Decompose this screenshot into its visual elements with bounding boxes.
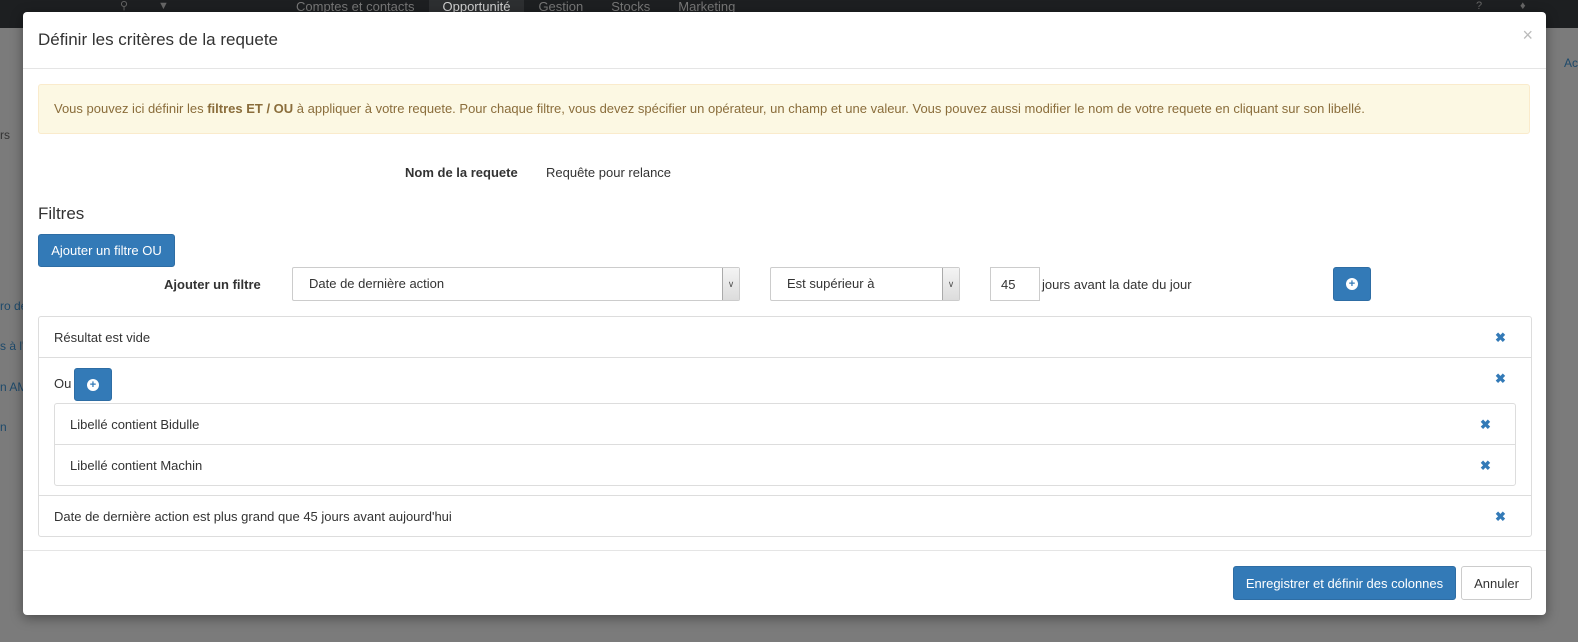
- field-select-value: Date de dernière action: [309, 276, 445, 291]
- plus-circle-icon: +: [87, 378, 99, 391]
- add-or-filter-button[interactable]: Ajouter un filtre OU: [38, 234, 175, 267]
- alert-text-bold: filtres ET / OU: [207, 101, 294, 116]
- chevron-down-icon: ∨: [942, 268, 959, 300]
- or-filter-group: Ou + ✖ Libellé contient Bidulle ✖ Libell…: [39, 358, 1531, 496]
- remove-icon[interactable]: ✖: [1495, 371, 1506, 387]
- info-alert: Vous pouvez ici définir les filtres ET /…: [38, 84, 1530, 134]
- bg-fragment-right: Ac: [1563, 56, 1578, 70]
- chevron-down-icon: ∨: [722, 268, 739, 300]
- filter-text: Libellé contient Machin: [70, 458, 203, 473]
- add-or-item-button[interactable]: +: [74, 368, 112, 401]
- filter-value-input[interactable]: [990, 267, 1040, 301]
- remove-icon[interactable]: ✖: [1480, 417, 1491, 433]
- filter-value-suffix: jours avant la date du jour: [1042, 277, 1192, 292]
- alert-text-after: à appliquer à votre requete. Pour chaque…: [293, 101, 1365, 116]
- cancel-button[interactable]: Annuler: [1461, 566, 1532, 600]
- add-filter-label: Ajouter un filtre: [164, 277, 261, 292]
- filter-row: Date de dernière action est plus grand q…: [39, 496, 1531, 536]
- add-filter-button[interactable]: +: [1333, 267, 1371, 301]
- filter-text: Libellé contient Bidulle: [70, 417, 200, 432]
- operator-select-value: Est supérieur à: [787, 276, 875, 291]
- modal-footer: Enregistrer et définir des colonnes Annu…: [23, 550, 1546, 616]
- filter-row: Résultat est vide ✖: [39, 317, 1531, 358]
- filter-text: Résultat est vide: [54, 330, 151, 345]
- remove-icon[interactable]: ✖: [1495, 509, 1506, 525]
- query-criteria-modal: Définir les critères de la requete × Vou…: [23, 12, 1546, 615]
- filter-text: Date de dernière action est plus grand q…: [54, 509, 452, 524]
- or-sub-row: Libellé contient Machin ✖: [55, 445, 1515, 485]
- modal-header: Définir les critères de la requete ×: [23, 12, 1546, 69]
- save-and-define-columns-button[interactable]: Enregistrer et définir des colonnes: [1233, 566, 1456, 600]
- operator-select[interactable]: Est supérieur à ∨: [770, 267, 960, 301]
- remove-icon[interactable]: ✖: [1495, 330, 1506, 346]
- modal-title: Définir les critères de la requete: [38, 30, 279, 49]
- alert-text-before: Vous pouvez ici définir les: [54, 101, 208, 116]
- or-sub-row: Libellé contient Bidulle ✖: [55, 404, 1515, 445]
- filters-title: Filtres: [38, 204, 85, 223]
- filter-list: Résultat est vide ✖ Ou + ✖ Libellé conti…: [38, 316, 1532, 537]
- query-name-value[interactable]: Requête pour relance: [546, 165, 671, 180]
- or-label: Ou: [54, 376, 72, 391]
- remove-icon[interactable]: ✖: [1480, 458, 1491, 474]
- query-name-label: Nom de la requete: [405, 165, 518, 180]
- or-sub-list: Libellé contient Bidulle ✖ Libellé conti…: [54, 403, 1516, 486]
- field-select[interactable]: Date de dernière action ∨: [292, 267, 740, 301]
- plus-circle-icon: +: [1346, 278, 1358, 290]
- close-icon[interactable]: ×: [1522, 26, 1533, 44]
